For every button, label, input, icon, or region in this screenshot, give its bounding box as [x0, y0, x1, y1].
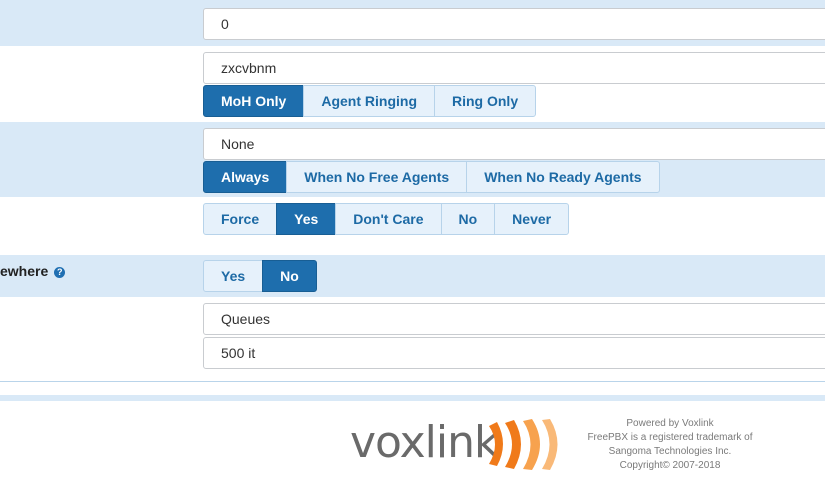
powered-by-text: Powered by Voxlink — [626, 418, 714, 429]
form-row-2: zxcvbnm MoH Only Agent Ringing Ring Only — [0, 46, 825, 122]
moh-only-button[interactable]: MoH Only — [203, 85, 305, 117]
help-icon[interactable]: ? — [54, 267, 66, 278]
ring-mode-button-group: MoH Only Agent Ringing Ring Only — [203, 85, 537, 117]
form-row-1: 0 — [0, 0, 825, 46]
voxlink-logo-icon — [489, 419, 558, 470]
category-select[interactable]: Queues — [203, 303, 825, 335]
never-button[interactable]: Never — [494, 203, 570, 235]
always-button[interactable]: Always — [203, 161, 288, 193]
ring-only-button[interactable]: Ring Only — [434, 85, 537, 117]
form-row-3: None Always When No Free Agents When No … — [0, 122, 825, 197]
queue-select[interactable]: 500 it — [203, 337, 825, 369]
numeric-input[interactable]: 0 — [203, 8, 825, 40]
divider — [0, 381, 825, 382]
yes-button[interactable]: Yes — [276, 203, 337, 235]
join-empty-button-group: Force Yes Don't Care No Never — [203, 203, 570, 235]
voxlink-logo-text: voxlink — [350, 417, 499, 468]
yes-button[interactable]: Yes — [203, 260, 264, 292]
field-label: ewhere? — [0, 263, 66, 279]
text-input[interactable]: zxcvbnm — [203, 52, 825, 84]
form-row-6: Queues 500 it — [0, 297, 825, 381]
no-button[interactable]: No — [440, 203, 496, 235]
announcement-select[interactable]: None — [203, 128, 825, 160]
company-text: Sangoma Technologies Inc. — [608, 446, 732, 457]
form-row-4: Force Yes Don't Care No Never — [0, 197, 825, 255]
agent-ringing-button[interactable]: Agent Ringing — [303, 85, 435, 117]
when-no-ready-agents-button[interactable]: When No Ready Agents — [466, 161, 660, 193]
field-label-text: ewhere — [0, 263, 49, 279]
when-no-free-agents-button[interactable]: When No Free Agents — [286, 161, 468, 193]
announce-condition-button-group: Always When No Free Agents When No Ready… — [203, 161, 660, 193]
dont-care-button[interactable]: Don't Care — [335, 203, 442, 235]
force-button[interactable]: Force — [203, 203, 278, 235]
copyright-text: Copyright© 2007-2018 — [619, 460, 721, 471]
form-row-5: ewhere? Yes No — [0, 255, 825, 297]
footer-credits: Powered by Voxlink FreePBX is a register… — [575, 417, 765, 473]
no-button[interactable]: No — [262, 260, 317, 292]
yes-no-button-group: Yes No — [203, 260, 317, 292]
trademark-text: FreePBX is a registered trademark of — [587, 432, 753, 443]
